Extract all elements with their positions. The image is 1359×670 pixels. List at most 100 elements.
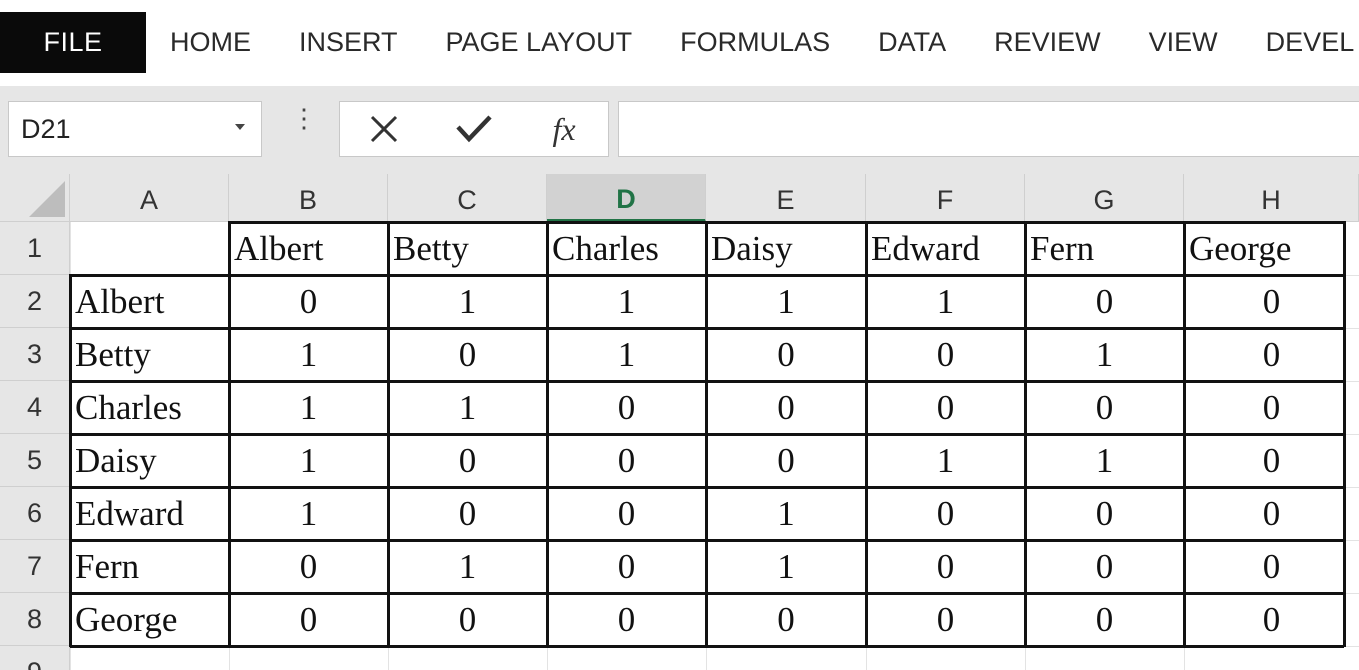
row-label-cell[interactable]: Daisy — [70, 434, 229, 487]
matrix-cell[interactable]: 0 — [388, 593, 547, 646]
matrix-cell[interactable]: 0 — [1184, 487, 1359, 540]
matrix-cell[interactable]: 1 — [229, 487, 388, 540]
row-label-cell[interactable]: George — [70, 593, 229, 646]
matrix-cell[interactable]: 0 — [547, 381, 706, 434]
matrix-cell[interactable]: 0 — [866, 381, 1025, 434]
tab-data[interactable]: DATA — [854, 12, 970, 73]
column-header-e[interactable]: E — [706, 174, 866, 222]
matrix-cell[interactable]: 1 — [866, 434, 1025, 487]
matrix-cell[interactable]: 1 — [229, 434, 388, 487]
row-label-cell[interactable]: Edward — [70, 487, 229, 540]
tab-formulas[interactable]: FORMULAS — [656, 12, 854, 73]
chevron-down-icon[interactable] — [235, 124, 245, 130]
matrix-cell[interactable]: 1 — [1025, 434, 1184, 487]
matrix-cell[interactable]: 1 — [866, 275, 1025, 328]
tab-view[interactable]: VIEW — [1125, 12, 1242, 73]
matrix-cell[interactable]: 0 — [866, 487, 1025, 540]
matrix-cell[interactable]: 1 — [388, 540, 547, 593]
tab-home[interactable]: HOME — [146, 12, 275, 73]
matrix-cell[interactable]: 0 — [1025, 487, 1184, 540]
matrix-cell[interactable]: 0 — [547, 434, 706, 487]
matrix-cell[interactable]: 0 — [388, 434, 547, 487]
matrix-cell[interactable]: 1 — [229, 328, 388, 381]
matrix-cell[interactable]: 0 — [1184, 434, 1359, 487]
tab-file[interactable]: FILE — [0, 12, 146, 73]
column-header-c[interactable]: C — [388, 174, 547, 222]
column-header-d[interactable]: D — [547, 174, 706, 222]
header-cell[interactable]: Fern — [1025, 222, 1184, 275]
name-box[interactable]: D21 — [8, 101, 262, 157]
matrix-cell[interactable]: 1 — [706, 275, 866, 328]
header-cell[interactable] — [70, 222, 229, 275]
matrix-cell[interactable]: 0 — [1184, 328, 1359, 381]
checkmark-icon — [456, 115, 492, 143]
matrix-cell[interactable]: 1 — [1025, 328, 1184, 381]
matrix-cell[interactable]: 0 — [1184, 275, 1359, 328]
select-all-button[interactable] — [0, 174, 70, 222]
row-label-cell[interactable]: Betty — [70, 328, 229, 381]
matrix-cell[interactable]: 1 — [388, 275, 547, 328]
matrix-cell[interactable]: 0 — [547, 593, 706, 646]
header-cell[interactable]: Daisy — [706, 222, 866, 275]
header-cell[interactable]: George — [1184, 222, 1359, 275]
matrix-cell[interactable]: 0 — [706, 593, 866, 646]
matrix-cell[interactable]: 1 — [706, 487, 866, 540]
row-header-7[interactable]: 7 — [0, 540, 70, 593]
row-header-8[interactable]: 8 — [0, 593, 70, 646]
matrix-cell[interactable]: 0 — [547, 487, 706, 540]
row-header-9[interactable]: 9 — [0, 646, 70, 670]
header-cell[interactable]: Betty — [388, 222, 547, 275]
matrix-cell[interactable]: 1 — [547, 328, 706, 381]
enter-button[interactable] — [434, 102, 514, 156]
cancel-button[interactable] — [344, 102, 424, 156]
matrix-cell[interactable]: 1 — [547, 275, 706, 328]
matrix-cell[interactable]: 0 — [1184, 593, 1359, 646]
matrix-cell[interactable]: 0 — [1025, 540, 1184, 593]
column-header-a[interactable]: A — [70, 174, 229, 222]
row-header-3[interactable]: 3 — [0, 328, 70, 381]
tab-developer[interactable]: DEVEL — [1242, 12, 1359, 73]
formula-input[interactable] — [618, 101, 1359, 157]
matrix-cell[interactable]: 0 — [706, 434, 866, 487]
tab-review[interactable]: REVIEW — [970, 12, 1125, 73]
matrix-cell[interactable]: 0 — [866, 328, 1025, 381]
matrix-cell[interactable]: 0 — [1184, 381, 1359, 434]
row-label-cell[interactable]: Charles — [70, 381, 229, 434]
row-header-4[interactable]: 4 — [0, 381, 70, 434]
row-label-cell[interactable]: Albert — [70, 275, 229, 328]
matrix-cell[interactable]: 0 — [866, 540, 1025, 593]
matrix-cell[interactable]: 0 — [229, 275, 388, 328]
matrix-cell[interactable]: 0 — [1025, 381, 1184, 434]
column-header-g[interactable]: G — [1025, 174, 1184, 222]
matrix-cell[interactable]: 0 — [1184, 540, 1359, 593]
row-header-2[interactable]: 2 — [0, 275, 70, 328]
column-header-f[interactable]: F — [866, 174, 1025, 222]
tab-insert[interactable]: INSERT — [275, 12, 422, 73]
insert-function-button[interactable]: fx — [524, 102, 604, 156]
matrix-cell[interactable]: 1 — [706, 540, 866, 593]
matrix-cell[interactable]: 0 — [1025, 593, 1184, 646]
matrix-cell[interactable]: 0 — [866, 593, 1025, 646]
matrix-cell[interactable]: 0 — [388, 328, 547, 381]
header-cell[interactable]: Albert — [229, 222, 388, 275]
row-header-1[interactable]: 1 — [0, 222, 70, 275]
matrix-cell[interactable]: 0 — [1025, 275, 1184, 328]
more-options-icon[interactable]: ⋮ — [291, 105, 317, 131]
column-header-h[interactable]: H — [1184, 174, 1359, 222]
matrix-cell[interactable]: 0 — [547, 540, 706, 593]
matrix-cell[interactable]: 1 — [229, 381, 388, 434]
matrix-cell[interactable]: 0 — [229, 540, 388, 593]
row-label-cell[interactable]: Fern — [70, 540, 229, 593]
matrix-cell[interactable]: 0 — [229, 593, 388, 646]
table-border — [1183, 221, 1186, 647]
matrix-cell[interactable]: 0 — [706, 328, 866, 381]
matrix-cell[interactable]: 0 — [706, 381, 866, 434]
tab-page-layout[interactable]: PAGE LAYOUT — [422, 12, 657, 73]
matrix-cell[interactable]: 0 — [388, 487, 547, 540]
matrix-cell[interactable]: 1 — [388, 381, 547, 434]
row-header-5[interactable]: 5 — [0, 434, 70, 487]
header-cell[interactable]: Edward — [866, 222, 1025, 275]
column-header-b[interactable]: B — [229, 174, 388, 222]
row-header-6[interactable]: 6 — [0, 487, 70, 540]
header-cell[interactable]: Charles — [547, 222, 706, 275]
